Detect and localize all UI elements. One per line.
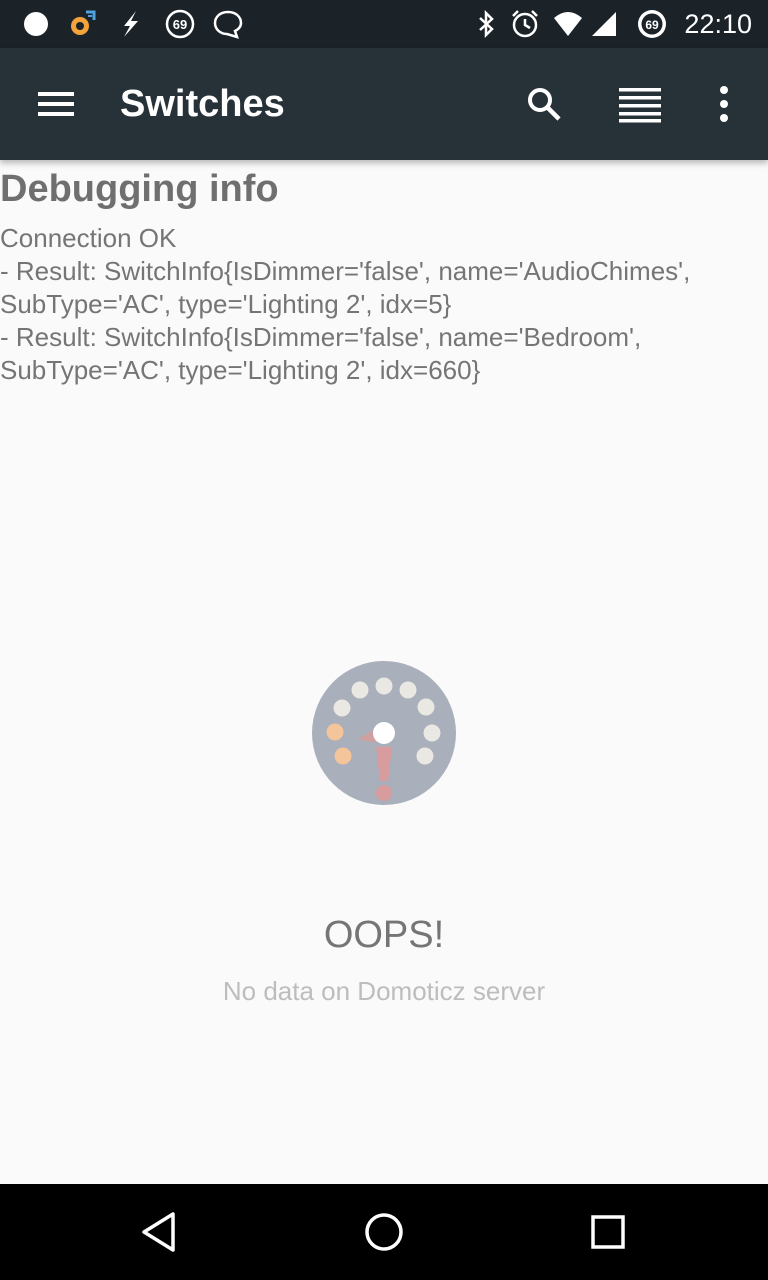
back-icon[interactable] xyxy=(136,1208,184,1256)
app-bar: Switches xyxy=(0,48,768,160)
status-bar: 69 69 22:10 xyxy=(0,0,768,48)
debug-text: Connection OK - Result: SwitchInfo{IsDim… xyxy=(0,222,760,387)
empty-title: OOPS! xyxy=(323,914,445,956)
debug-line: Connection OK xyxy=(0,223,177,253)
bluetooth-icon xyxy=(470,8,502,40)
list-view-icon[interactable] xyxy=(616,80,664,128)
svg-text:69: 69 xyxy=(645,18,659,32)
home-icon[interactable] xyxy=(360,1208,408,1256)
menu-icon[interactable] xyxy=(32,80,80,128)
battery-icon: 69 xyxy=(636,8,668,40)
alarm-icon xyxy=(509,8,541,40)
badge-69-icon: 69 xyxy=(164,8,196,40)
debug-line: - Result: SwitchInfo{IsDimmer='false', n… xyxy=(0,322,642,352)
debug-line: SubType='AC', type='Lighting 2', idx=5} xyxy=(0,289,452,319)
signal-icon xyxy=(588,8,620,40)
more-vert-icon[interactable] xyxy=(700,80,748,128)
settings-alert-icon xyxy=(66,8,98,40)
wifi-icon xyxy=(552,8,584,40)
debug-title: Debugging info xyxy=(0,168,279,210)
empty-message: No data on Domoticz server xyxy=(222,976,546,1006)
recents-icon[interactable] xyxy=(584,1208,632,1256)
search-icon[interactable] xyxy=(520,80,568,128)
flash-icon xyxy=(114,8,146,40)
navigation-bar xyxy=(0,1184,768,1280)
domoticz-error-icon xyxy=(312,661,456,805)
debug-line: - Result: SwitchInfo{IsDimmer='false', n… xyxy=(0,256,691,286)
moon-icon xyxy=(20,8,52,40)
svg-text:69: 69 xyxy=(173,17,187,32)
page-title: Switches xyxy=(120,83,285,125)
chat-icon xyxy=(212,8,244,40)
debug-line: SubType='AC', type='Lighting 2', idx=660… xyxy=(0,355,481,385)
status-time: 22:10 xyxy=(684,9,752,39)
